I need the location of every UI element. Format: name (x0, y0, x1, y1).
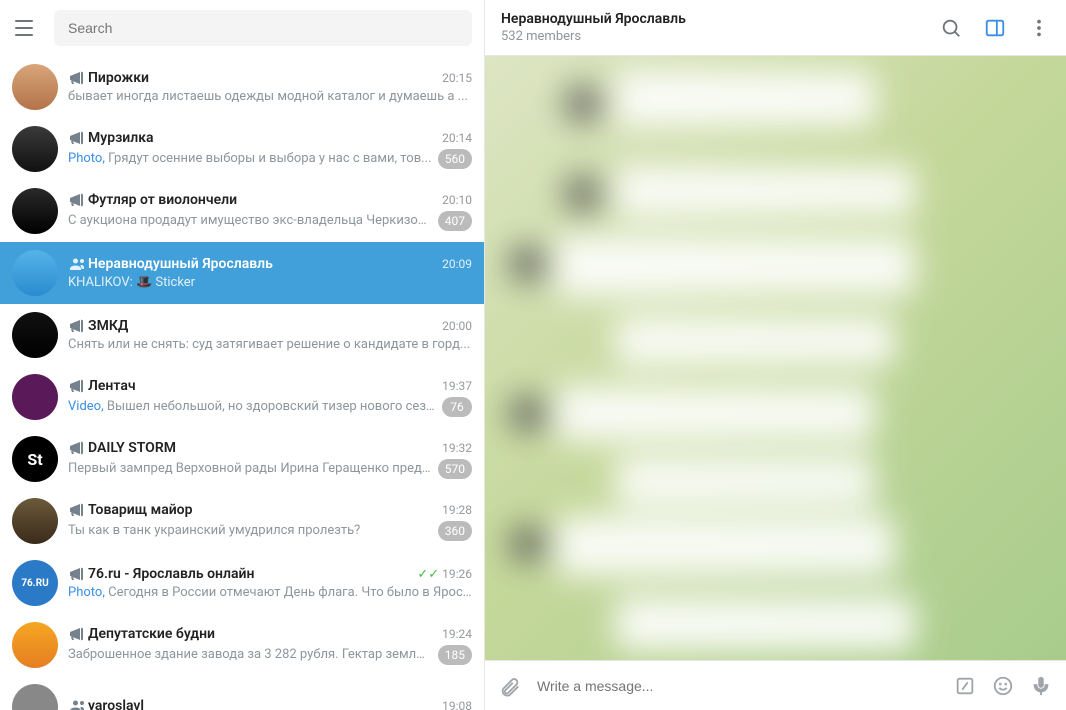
chat-preview: Первый зампред Верховной рады Ирина Гера… (68, 461, 432, 476)
channel-icon (68, 130, 84, 146)
group-icon (68, 698, 84, 710)
chat-item[interactable]: St DAILY STORM 19:32 Первый зампред Верховн… (0, 428, 484, 490)
chat-item[interactable]: 76.RU 76.ru - Ярославль онлайн ✓✓19:26 Phot… (0, 552, 484, 614)
chat-preview: Ты как в танк украинский умудрился проле… (68, 523, 432, 538)
avatar (12, 374, 58, 420)
chat-time: 20:15 (442, 71, 472, 85)
chat-list[interactable]: Пирожки 20:15 бывает иногда листаешь одежд… (0, 56, 484, 710)
unread-badge: 570 (438, 459, 472, 479)
search-box[interactable] (54, 10, 472, 46)
chat-name: Пирожки (88, 70, 149, 86)
chat-preview: Заброшенное здание завода за 3 282 рубля… (68, 647, 432, 662)
avatar (12, 126, 58, 172)
channel-icon (68, 378, 84, 394)
unread-badge: 407 (438, 211, 472, 231)
chat-name: Товарищ майор (88, 502, 192, 518)
avatar (12, 622, 58, 668)
chat-preview: Photo, Грядут осенние выборы и выбора у … (68, 151, 432, 166)
avatar: St (12, 436, 58, 482)
unread-badge: 360 (438, 521, 472, 541)
avatar (12, 312, 58, 358)
chat-name: Неравнодушный Ярославль (88, 256, 273, 272)
chat-item[interactable]: Товарищ майор 19:28 Ты как в танк украинск… (0, 490, 484, 552)
chat-header: Неравнодушный Ярославль 532 members (485, 0, 1066, 56)
chat-time: 19:08 (442, 699, 472, 710)
sidebar-header (0, 0, 484, 56)
chat-subtitle: 532 members (501, 29, 686, 44)
mic-icon[interactable] (1030, 675, 1052, 697)
search-icon[interactable] (940, 17, 962, 39)
avatar (12, 188, 58, 234)
chat-time: 19:28 (442, 503, 472, 517)
emoji-icon[interactable] (992, 675, 1014, 697)
chat-item[interactable]: Пирожки 20:15 бывает иногда листаешь одежд… (0, 56, 484, 118)
chat-header-info[interactable]: Неравнодушный Ярославль 532 members (501, 11, 686, 44)
chat-time: 20:09 (442, 257, 472, 271)
chat-preview: бывает иногда листаешь одежды модной кат… (68, 89, 472, 104)
attach-icon[interactable] (499, 675, 521, 697)
chat-item[interactable]: Лентач 19:37 Video, Вышел небольшой, но зд… (0, 366, 484, 428)
channel-icon (68, 502, 84, 518)
chat-name: Футляр от виолончели (88, 192, 237, 208)
chat-name: yaroslavl (88, 698, 144, 710)
chat-preview: Photo, Сегодня в России отмечают День фл… (68, 585, 472, 600)
avatar (12, 64, 58, 110)
composer (485, 660, 1066, 710)
messages-area[interactable] (485, 56, 1066, 660)
channel-icon (68, 318, 84, 334)
channel-icon (68, 566, 84, 582)
chat-name: Мурзилка (88, 130, 154, 146)
avatar (12, 250, 58, 296)
read-checks-icon: ✓✓ (417, 567, 439, 582)
chat-item[interactable]: ЗМКД 20:00 Снять или не снять: суд затягив… (0, 304, 484, 366)
search-input[interactable] (68, 20, 458, 36)
chat-preview: Снять или не снять: суд затягивает решен… (68, 337, 472, 352)
sidebar: Пирожки 20:15 бывает иногда листаешь одежд… (0, 0, 485, 710)
chat-title: Неравнодушный Ярославль (501, 11, 686, 27)
avatar: 76.RU (12, 560, 58, 606)
chat-name: ЗМКД (88, 318, 128, 334)
chat-preview: KHALIKOV: 🎩 Sticker (68, 275, 472, 290)
chat-name: 76.ru - Ярославль онлайн (88, 566, 254, 582)
group-icon (68, 256, 84, 272)
unread-badge: 185 (438, 645, 472, 665)
chat-item[interactable]: Футляр от виолончели 20:10 С аукциона прод… (0, 180, 484, 242)
main-panel: Неравнодушный Ярославль 532 members (485, 0, 1066, 710)
chat-name: Депутатские будни (88, 626, 215, 642)
chat-time: 20:00 (442, 319, 472, 333)
unread-badge: 560 (438, 149, 472, 169)
chat-time: 19:32 (442, 441, 472, 455)
menu-icon[interactable] (12, 16, 36, 40)
unread-badge: 76 (442, 397, 472, 417)
avatar (12, 684, 58, 710)
chat-time: 20:10 (442, 193, 472, 207)
avatar (12, 498, 58, 544)
channel-icon (68, 440, 84, 456)
chat-time: 19:37 (442, 379, 472, 393)
chat-item[interactable]: Депутатские будни 19:24 Заброшенное здание… (0, 614, 484, 676)
channel-icon (68, 70, 84, 86)
chat-preview: Video, Вышел небольшой, но здоровский ти… (68, 399, 436, 414)
chat-time: 20:14 (442, 131, 472, 145)
chat-time: ✓✓19:26 (417, 567, 472, 582)
channel-icon (68, 192, 84, 208)
chat-preview: С аукциона продадут имущество экс-владел… (68, 213, 432, 228)
more-icon[interactable] (1028, 17, 1050, 39)
chat-item[interactable]: Мурзилка 20:14 Photo, Грядут осенние выбор… (0, 118, 484, 180)
channel-icon (68, 626, 84, 642)
command-icon[interactable] (954, 675, 976, 697)
chat-time: 19:24 (442, 627, 472, 641)
sidepanel-icon[interactable] (984, 17, 1006, 39)
chat-name: DAILY STORM (88, 440, 176, 456)
chat-item[interactable]: yaroslavl 19:08 (0, 676, 484, 710)
chat-name: Лентач (88, 378, 136, 394)
chat-item[interactable]: Неравнодушный Ярославль 20:09 KHALIKOV: 🎩 … (0, 242, 484, 304)
message-input[interactable] (537, 678, 938, 694)
